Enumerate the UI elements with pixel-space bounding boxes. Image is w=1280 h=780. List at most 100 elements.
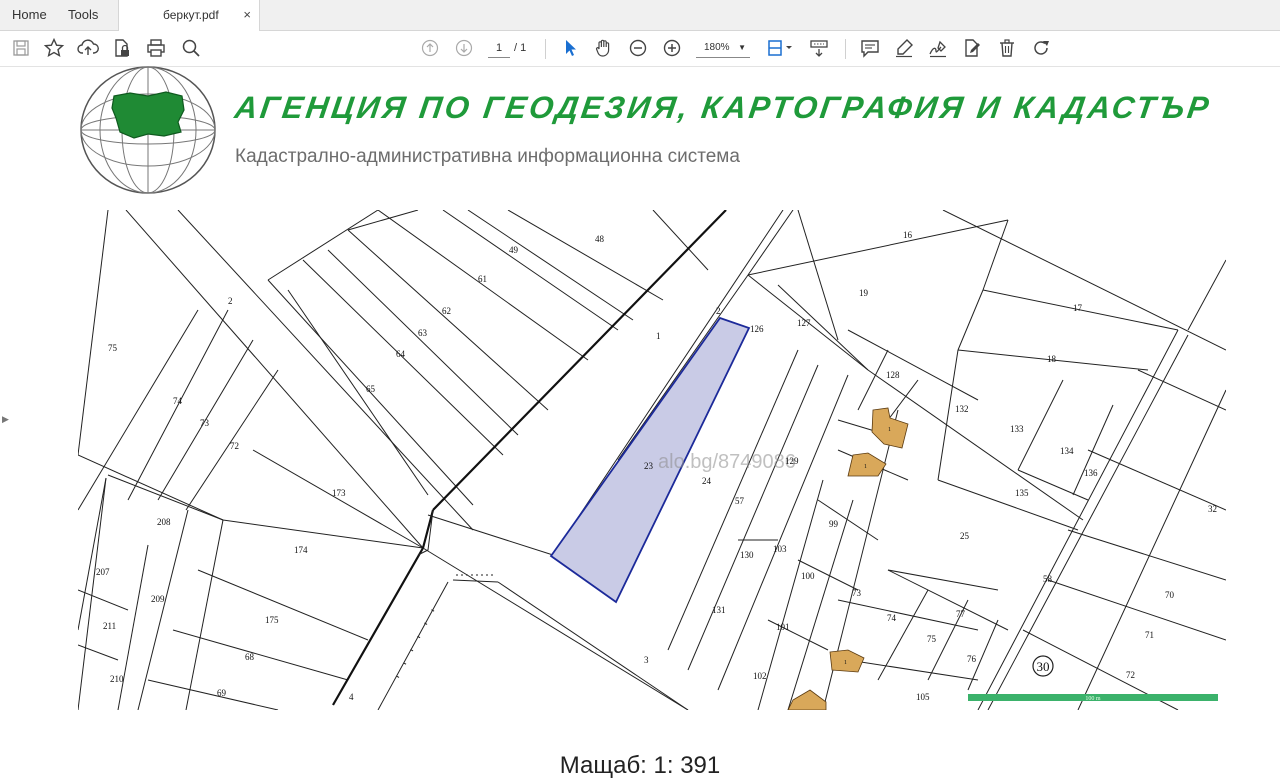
sign-icon[interactable] (927, 37, 949, 59)
tab-bar: Home Tools беркут.pdf × (0, 0, 1280, 31)
document-tab-label: беркут.pdf (163, 8, 219, 22)
parcel-label: 132 (955, 404, 969, 414)
edit-pdf-icon[interactable] (961, 37, 983, 59)
parcel-label: 73 (852, 588, 862, 598)
parcel-label: 18 (1047, 354, 1057, 364)
building-label: 1 (888, 427, 891, 433)
agency-logo (78, 66, 218, 196)
parcel-label: 16 (903, 230, 913, 240)
parcel-label: 208 (157, 517, 171, 527)
print-icon[interactable] (145, 37, 167, 59)
parcel-label: 61 (478, 274, 487, 284)
parcel-label: 65 (366, 384, 376, 394)
parcel-label: 58 (1043, 574, 1053, 584)
parcel-label: 32 (1208, 504, 1217, 514)
tab-tools[interactable]: Tools (68, 0, 98, 30)
parcel-label: 211 (103, 621, 116, 631)
circle-label: 30 (1037, 659, 1050, 674)
scale-bar-label: 100 m (1085, 696, 1101, 702)
side-panel-toggle-icon[interactable]: ▶ (2, 414, 9, 425)
zoom-out-icon[interactable] (627, 37, 649, 59)
parcel-label: 126 (750, 324, 764, 334)
buildings (787, 407, 909, 710)
parcel-label: 103 (773, 544, 787, 554)
parcel-label: 135 (1015, 488, 1029, 498)
parcel-label: 134 (1060, 446, 1074, 456)
parcel-label: 24 (702, 476, 712, 486)
parcel-label: 4 (349, 692, 354, 702)
parcel-label: 71 (1145, 630, 1154, 640)
tab-document[interactable]: беркут.pdf × (118, 0, 260, 31)
page-number-input[interactable]: 1 (488, 39, 510, 58)
parcel-label: 68 (245, 652, 255, 662)
parcel-label: 130 (740, 550, 754, 560)
star-icon[interactable] (43, 37, 65, 59)
parcel-label: 105 (916, 692, 930, 702)
page-up-icon[interactable] (419, 37, 441, 59)
parcel-label: 75 (927, 634, 937, 644)
building-label: 1 (844, 660, 847, 666)
parcel-label: 77 (956, 609, 966, 619)
parcel-label: 127 (797, 318, 811, 328)
zoom-select[interactable]: 180% ▼ (696, 39, 750, 58)
parcel-label: 23 (644, 461, 654, 471)
parcel-label: 133 (1010, 424, 1024, 434)
save-icon[interactable] (10, 37, 32, 59)
parcel-label: 129 (785, 456, 799, 466)
parcel-label: 25 (960, 531, 970, 541)
close-tab-icon[interactable]: × (243, 0, 251, 30)
parcel-label: 175 (265, 615, 279, 625)
parcel-label: 102 (753, 671, 767, 681)
parcel-label: 64 (396, 349, 406, 359)
select-arrow-icon[interactable] (559, 37, 581, 59)
parcel-label: 19 (859, 288, 869, 298)
parcel-label: 2 (228, 296, 233, 306)
parcel-label: 101 (776, 622, 790, 632)
chevron-down-icon: ▼ (738, 43, 746, 52)
parcel-label: 72 (230, 441, 239, 451)
parcel-label: 57 (735, 496, 745, 506)
hand-icon[interactable] (593, 37, 615, 59)
building-label: 1 (864, 464, 867, 470)
parcel-label: 131 (712, 605, 726, 615)
agency-subtitle: Кадастрално-административна информационн… (235, 146, 740, 167)
cadastral-map: 100 m 30 alo.bg/8749086 2 75 74 73 72 20… (78, 210, 1226, 710)
fit-page-icon[interactable] (765, 37, 795, 59)
parcel-label: 63 (418, 328, 428, 338)
parcel-label: 72 (1126, 670, 1135, 680)
parcel-label: 75 (108, 343, 118, 353)
highlight-icon[interactable] (893, 37, 915, 59)
parcel-label: 69 (217, 688, 227, 698)
zoom-value: 180% (704, 42, 730, 53)
parcel-label: 128 (886, 370, 900, 380)
parcel-label: 74 (887, 613, 897, 623)
parcel-label: 173 (332, 488, 346, 498)
parcel-label: 99 (829, 519, 839, 529)
rotate-icon[interactable] (1030, 37, 1052, 59)
file-lock-icon[interactable] (111, 37, 133, 59)
parcel-label: 174 (294, 545, 308, 555)
delete-icon[interactable] (996, 37, 1018, 59)
map-scale: Мащаб: 1: 391 (559, 752, 721, 779)
page-down-icon[interactable] (453, 37, 475, 59)
zoom-in-icon[interactable] (661, 37, 683, 59)
parcel-label: 74 (173, 396, 183, 406)
toolbar-separator (845, 39, 846, 59)
scroll-mode-icon[interactable] (808, 37, 830, 59)
document-header: АГЕНЦИЯ ПО ГЕОДЕЗИЯ, КАРТОГРАФИЯ И КАДАС… (78, 66, 1228, 196)
parcel-label: 49 (509, 245, 519, 255)
search-icon[interactable] (180, 37, 202, 59)
comment-icon[interactable] (859, 37, 881, 59)
toolbar-separator (545, 39, 546, 59)
parcel-label: 207 (96, 567, 110, 577)
agency-title: АГЕНЦИЯ ПО ГЕОДЕЗИЯ, КАРТОГРАФИЯ И КАДАС… (232, 90, 1214, 125)
parcel-label: 209 (151, 594, 165, 604)
parcel-label: 100 (801, 571, 815, 581)
tab-home[interactable]: Home (12, 0, 47, 30)
parcel-label: 76 (967, 654, 977, 664)
watermark: alo.bg/8749086 (658, 451, 796, 473)
parcel-label: 3 (644, 655, 649, 665)
upload-icon[interactable] (77, 37, 99, 59)
parcel-label: 17 (1073, 303, 1083, 313)
parcel-label: 136 (1084, 468, 1098, 478)
